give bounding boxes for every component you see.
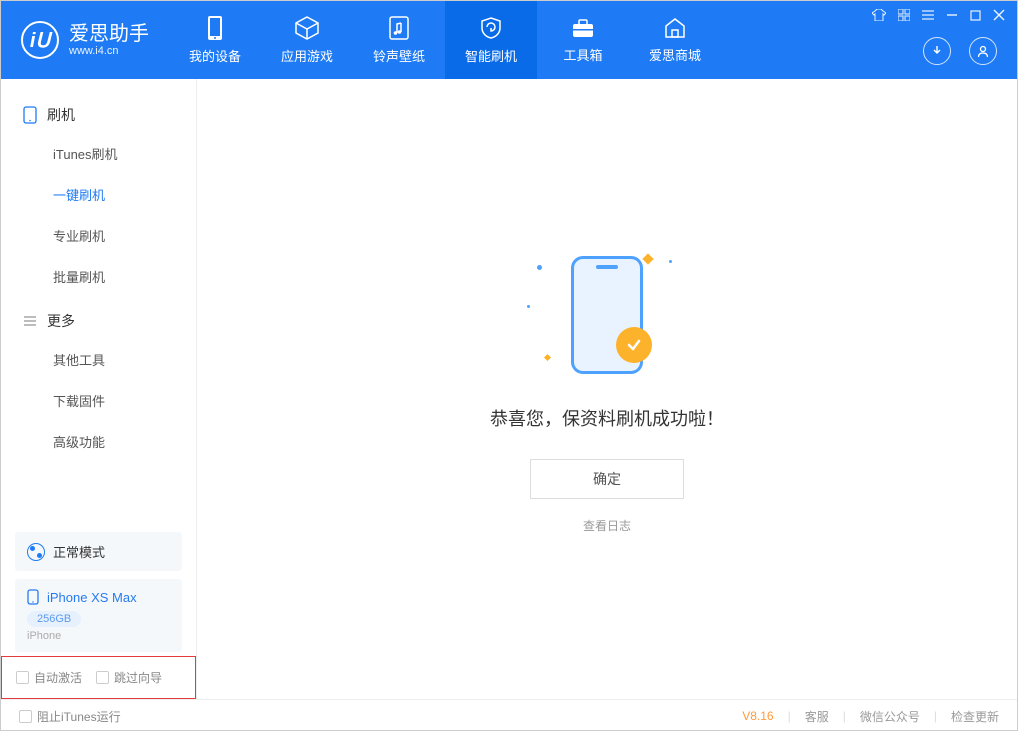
sidebar-section-more: 更多 其他工具 下载固件 高级功能 (1, 303, 196, 462)
list-icon (23, 314, 37, 328)
checkbox-icon (19, 710, 32, 723)
bottom-options: 自动激活 跳过向导 (1, 656, 196, 699)
checkbox-icon (16, 671, 29, 684)
app-subtitle: www.i4.cn (69, 45, 149, 57)
mode-icon (27, 543, 45, 561)
logo-text: 爱思助手 www.i4.cn (69, 23, 149, 57)
nav-tab-store[interactable]: 爱思商城 (629, 1, 721, 79)
section-title: 更多 (47, 311, 75, 331)
sidebar-section-flash: 刷机 iTunes刷机 一键刷机 专业刷机 批量刷机 (1, 97, 196, 297)
minimize-icon[interactable] (946, 9, 958, 21)
sidebar-item-advanced[interactable]: 高级功能 (1, 421, 196, 462)
download-icon (930, 44, 944, 58)
footer-link-support[interactable]: 客服 (805, 708, 829, 725)
section-header-more: 更多 (1, 303, 196, 339)
user-button[interactable] (969, 37, 997, 65)
checkbox-skip-guide[interactable]: 跳过向导 (96, 669, 162, 686)
cube-icon (294, 15, 320, 41)
nav-tab-label: 我的设备 (189, 46, 241, 65)
app-logo-icon: iᑌ (21, 21, 59, 59)
checkbox-auto-activate[interactable]: 自动激活 (16, 669, 82, 686)
nav-tab-smart-flash[interactable]: 智能刷机 (445, 1, 537, 79)
device-icon (204, 15, 226, 41)
sidebar-item-pro-flash[interactable]: 专业刷机 (1, 215, 196, 256)
sidebar-item-oneclick-flash[interactable]: 一键刷机 (1, 174, 196, 215)
view-log-link[interactable]: 查看日志 (583, 517, 631, 534)
nav-tab-ringtones[interactable]: 铃声壁纸 (353, 1, 445, 79)
app-header: iᑌ 爱思助手 www.i4.cn 我的设备 应用游戏 铃声壁纸 智能刷机 工具… (1, 1, 1017, 79)
download-button[interactable] (923, 37, 951, 65)
footer-link-checkupdate[interactable]: 检查更新 (951, 708, 999, 725)
check-badge-icon (616, 327, 652, 363)
nav-tab-toolbox[interactable]: 工具箱 (537, 1, 629, 79)
user-icon (976, 44, 990, 58)
nav-tab-apps-games[interactable]: 应用游戏 (261, 1, 353, 79)
sidebar-item-itunes-flash[interactable]: iTunes刷机 (1, 133, 196, 174)
mode-label: 正常模式 (53, 542, 105, 561)
shield-icon (478, 15, 504, 41)
content-area: 恭喜您，保资料刷机成功啦！ 确定 查看日志 (197, 79, 1017, 699)
checkbox-label: 跳过向导 (114, 669, 162, 686)
nav-tab-label: 工具箱 (563, 45, 602, 64)
device-type: iPhone (27, 630, 170, 642)
home-icon (662, 16, 688, 40)
nav-tab-label: 智能刷机 (465, 46, 517, 65)
maximize-icon[interactable] (970, 10, 981, 21)
window-controls (872, 9, 1005, 21)
header-right-icons (923, 37, 997, 65)
checkbox-block-itunes[interactable]: 阻止iTunes运行 (19, 708, 121, 725)
footer-right: V8.16 | 客服 | 微信公众号 | 检查更新 (742, 708, 999, 725)
mode-box[interactable]: 正常模式 (15, 532, 182, 571)
music-icon (387, 15, 411, 41)
device-capacity: 256GB (27, 611, 81, 627)
phone-icon (23, 106, 37, 124)
nav-tab-my-device[interactable]: 我的设备 (169, 1, 261, 79)
device-phone-icon (27, 589, 39, 605)
footer-left: 阻止iTunes运行 (19, 708, 121, 725)
nav-tab-label: 应用游戏 (281, 46, 333, 65)
sidebar-item-batch-flash[interactable]: 批量刷机 (1, 256, 196, 297)
checkbox-label: 阻止iTunes运行 (37, 708, 121, 725)
nav-tabs: 我的设备 应用游戏 铃声壁纸 智能刷机 工具箱 爱思商城 (169, 1, 721, 79)
app-title: 爱思助手 (69, 23, 149, 45)
toolbox-icon (570, 16, 596, 40)
section-title: 刷机 (47, 105, 75, 125)
logo-area: iᑌ 爱思助手 www.i4.cn (1, 1, 169, 79)
checkbox-icon (96, 671, 109, 684)
ok-button[interactable]: 确定 (530, 459, 684, 499)
checkbox-label: 自动激活 (34, 669, 82, 686)
close-icon[interactable] (993, 9, 1005, 21)
sidebar-item-other-tools[interactable]: 其他工具 (1, 339, 196, 380)
version-label: V8.16 (742, 709, 773, 723)
device-name: iPhone XS Max (47, 590, 137, 605)
device-name-row: iPhone XS Max (27, 589, 170, 605)
nav-tab-label: 爱思商城 (649, 45, 701, 64)
footer-link-wechat[interactable]: 微信公众号 (860, 708, 920, 725)
menu-icon[interactable] (922, 10, 934, 20)
grid-icon[interactable] (898, 9, 910, 21)
sidebar: 刷机 iTunes刷机 一键刷机 专业刷机 批量刷机 更多 其他工具 下载固件 … (1, 79, 197, 699)
nav-tab-label: 铃声壁纸 (373, 46, 425, 65)
footer: 阻止iTunes运行 V8.16 | 客服 | 微信公众号 | 检查更新 (1, 699, 1017, 732)
main-area: 刷机 iTunes刷机 一键刷机 专业刷机 批量刷机 更多 其他工具 下载固件 … (1, 79, 1017, 699)
shirt-icon[interactable] (872, 9, 886, 21)
success-message: 恭喜您，保资料刷机成功啦！ (490, 405, 724, 431)
sidebar-item-download-firmware[interactable]: 下载固件 (1, 380, 196, 421)
device-box[interactable]: iPhone XS Max 256GB iPhone (15, 579, 182, 652)
success-illustration (517, 245, 697, 385)
section-header-flash: 刷机 (1, 97, 196, 133)
